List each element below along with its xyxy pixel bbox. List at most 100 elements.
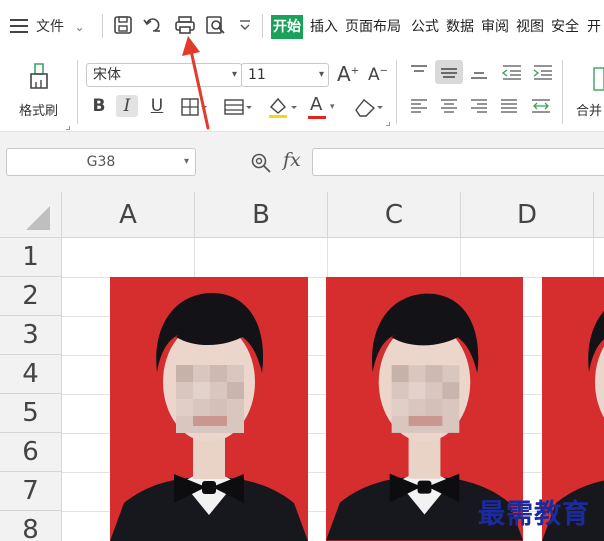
align-top-button[interactable] [408, 62, 430, 86]
table-icon [224, 99, 252, 115]
tab-insert[interactable]: 插入 [310, 15, 338, 39]
portrait-image [110, 277, 308, 541]
indent-icon [533, 65, 552, 80]
italic-button[interactable]: I [116, 95, 138, 117]
hamburger-menu-icon[interactable] [10, 19, 28, 33]
chevron-down-icon: ▾ [231, 69, 237, 80]
decrease-indent-button[interactable] [500, 62, 524, 86]
formula-bar: G38 ▾ fx [0, 132, 604, 192]
row-header-1[interactable]: 1 [0, 238, 62, 277]
watermark: 最需教育 [478, 499, 590, 530]
select-all-corner[interactable] [0, 192, 62, 238]
bold-button[interactable]: B [88, 95, 110, 117]
id-photo[interactable] [110, 277, 308, 541]
align-bottom-icon [471, 72, 487, 79]
increase-indent-button[interactable] [531, 62, 555, 86]
chevron-down-icon: ▾ [330, 102, 335, 112]
name-box-value: G38 [86, 154, 116, 170]
ribbon-home: 格式刷 宋体 ▾ 11 ▾ A+ A− B I U A ▾ 合并 [0, 52, 604, 132]
group-launcher-icon[interactable] [66, 126, 70, 130]
chevron-down-icon: ▾ [318, 69, 324, 80]
row-header-6[interactable]: 6 [0, 433, 62, 472]
clear-format-button[interactable] [352, 96, 384, 122]
tab-review[interactable]: 审阅 [481, 15, 509, 39]
increase-font-label: A [337, 62, 351, 86]
align-middle-icon [441, 68, 457, 78]
font-size-select[interactable]: 11 ▾ [241, 63, 329, 87]
cell-style-button[interactable] [223, 97, 253, 121]
align-left-icon [411, 99, 427, 113]
paintbrush-icon [27, 62, 51, 94]
customize-toolbar-icon[interactable] [239, 17, 251, 35]
eraser-icon [355, 99, 383, 117]
paint-bucket-icon [269, 97, 297, 118]
font-color-swatch [308, 116, 326, 119]
font-name-value: 宋体 [93, 67, 121, 83]
tab-security[interactable]: 安全 [551, 15, 579, 39]
font-size-value: 11 [248, 67, 266, 83]
outdent-icon [501, 65, 521, 80]
row-header-4[interactable]: 4 [0, 355, 62, 394]
tab-developer[interactable]: 开 [587, 15, 601, 39]
name-box[interactable]: G38 ▾ [6, 148, 196, 176]
formula-input[interactable] [312, 148, 604, 176]
align-top-icon [411, 65, 427, 72]
annotation-arrow [178, 34, 218, 134]
separator [562, 60, 563, 124]
chevron-down-icon: ⌄ [74, 20, 85, 34]
increase-font-size-button[interactable]: A+ [337, 62, 359, 86]
save-icon[interactable] [113, 15, 133, 39]
align-center-icon [441, 99, 457, 113]
tab-view[interactable]: 视图 [516, 15, 544, 39]
separator [77, 60, 78, 124]
format-painter-button[interactable]: 格式刷 [8, 58, 70, 130]
font-name-select[interactable]: 宋体 ▾ [86, 63, 242, 87]
separator [396, 60, 397, 124]
file-menu[interactable]: 文件 ⌄ [36, 16, 85, 36]
file-menu-label: 文件 [36, 19, 64, 35]
menu-bar: 文件 ⌄ 开始 插入 页面布局 公式 数据 审阅 视图 安全 开 [0, 0, 604, 52]
decrease-font-label: A [368, 65, 380, 85]
undo-icon[interactable] [143, 15, 165, 39]
select-all-icon [26, 206, 50, 230]
group-launcher-icon[interactable] [386, 122, 390, 126]
tab-page-layout[interactable]: 页面布局 [345, 15, 401, 39]
row-header-7[interactable]: 7 [0, 472, 62, 511]
separator [102, 14, 103, 38]
tab-data[interactable]: 数据 [446, 15, 474, 39]
justify-icon [501, 99, 517, 113]
column-header-e[interactable] [594, 192, 604, 238]
row-header-8[interactable]: 8 [0, 511, 62, 541]
merge-cells-icon [593, 67, 604, 91]
row-header-2[interactable]: 2 [0, 277, 62, 316]
distributed-align-button[interactable] [529, 96, 553, 120]
row-header-5[interactable]: 5 [0, 394, 62, 433]
tab-home[interactable]: 开始 [271, 15, 303, 39]
insert-function-button[interactable]: fx [283, 149, 301, 171]
justify-button[interactable] [498, 96, 520, 120]
merge-center-button[interactable]: 合并 [572, 66, 604, 119]
align-middle-button[interactable] [435, 60, 463, 84]
distribute-icon [532, 99, 550, 113]
zoom-function-icon[interactable] [250, 152, 272, 178]
chevron-down-icon: ▾ [183, 156, 189, 167]
column-header-c[interactable]: C [328, 192, 461, 238]
align-center-button[interactable] [438, 96, 460, 120]
align-bottom-button[interactable] [468, 62, 490, 86]
align-left-button[interactable] [408, 96, 430, 120]
align-right-button[interactable] [468, 96, 490, 120]
row-header-3[interactable]: 3 [0, 316, 62, 355]
underline-button[interactable]: U [146, 95, 168, 117]
fill-color-button[interactable] [266, 95, 298, 123]
column-header-d[interactable]: D [461, 192, 594, 238]
decrease-font-size-button[interactable]: A− [368, 65, 388, 85]
tab-formulas[interactable]: 公式 [411, 15, 439, 39]
merge-label: 合并 [576, 104, 603, 119]
format-painter-label: 格式刷 [19, 104, 59, 119]
minus-icon: − [379, 65, 389, 77]
plus-icon: + [350, 65, 360, 77]
spreadsheet-grid: A B C D 1 2 3 4 5 6 7 8 [0, 192, 604, 541]
align-right-icon [471, 99, 487, 113]
column-header-a[interactable]: A [62, 192, 195, 238]
column-header-b[interactable]: B [195, 192, 328, 238]
